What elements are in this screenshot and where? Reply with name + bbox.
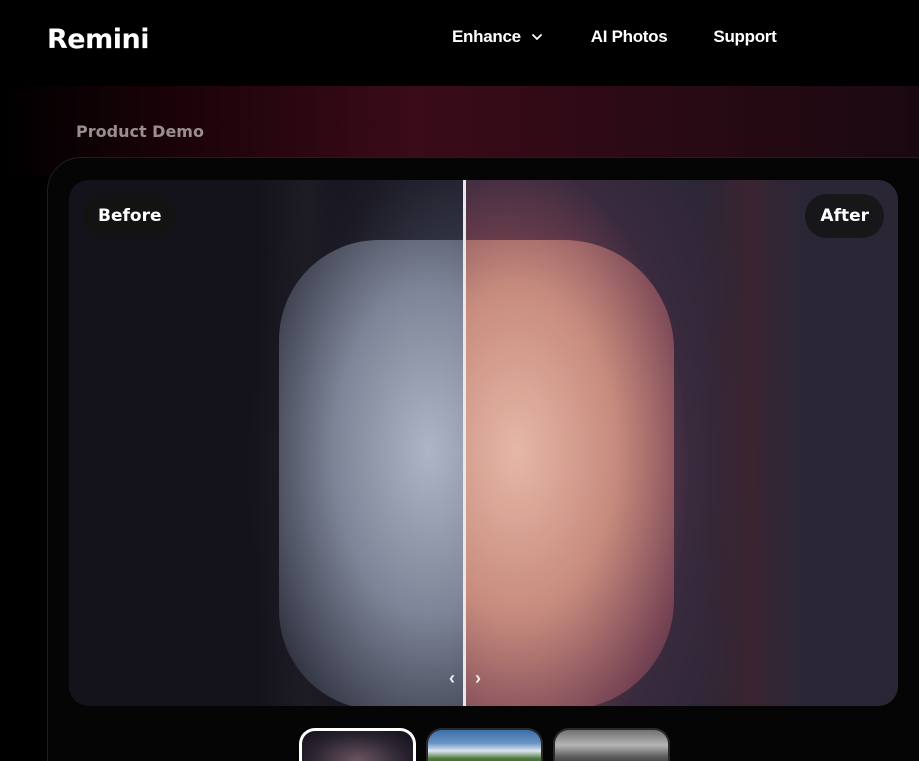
chevron-down-icon (531, 34, 542, 40)
remini-logo[interactable]: Remini (47, 24, 149, 55)
slider-handle[interactable]: ‹ › (449, 668, 481, 688)
thumbnail-mountain-landscape[interactable] (426, 728, 543, 761)
before-badge: Before (83, 194, 177, 238)
nav-support[interactable]: Support (713, 27, 776, 47)
comparison-divider[interactable] (463, 180, 466, 706)
after-face (464, 240, 674, 706)
after-image (464, 180, 898, 706)
thumbnail-old-photo[interactable] (553, 728, 670, 761)
thumbnail-portrait[interactable] (299, 728, 416, 761)
section-label: Product Demo (76, 122, 204, 141)
thumbnail-strip (299, 728, 670, 761)
before-image (69, 180, 479, 706)
nav-enhance[interactable]: Enhance (452, 27, 543, 47)
before-after-comparison[interactable]: ‹ › Before After (69, 180, 898, 706)
nav-ai-photos[interactable]: AI Photos (591, 27, 668, 47)
nav-enhance-label: Enhance (452, 27, 521, 46)
before-face (279, 240, 479, 706)
site-header: Remini Enhance AI Photos Support (0, 0, 919, 86)
chevron-right-icon: › (475, 667, 481, 688)
after-badge: After (805, 194, 884, 238)
chevron-left-icon: ‹ (449, 667, 455, 688)
main-nav: Enhance AI Photos Support (452, 27, 777, 47)
